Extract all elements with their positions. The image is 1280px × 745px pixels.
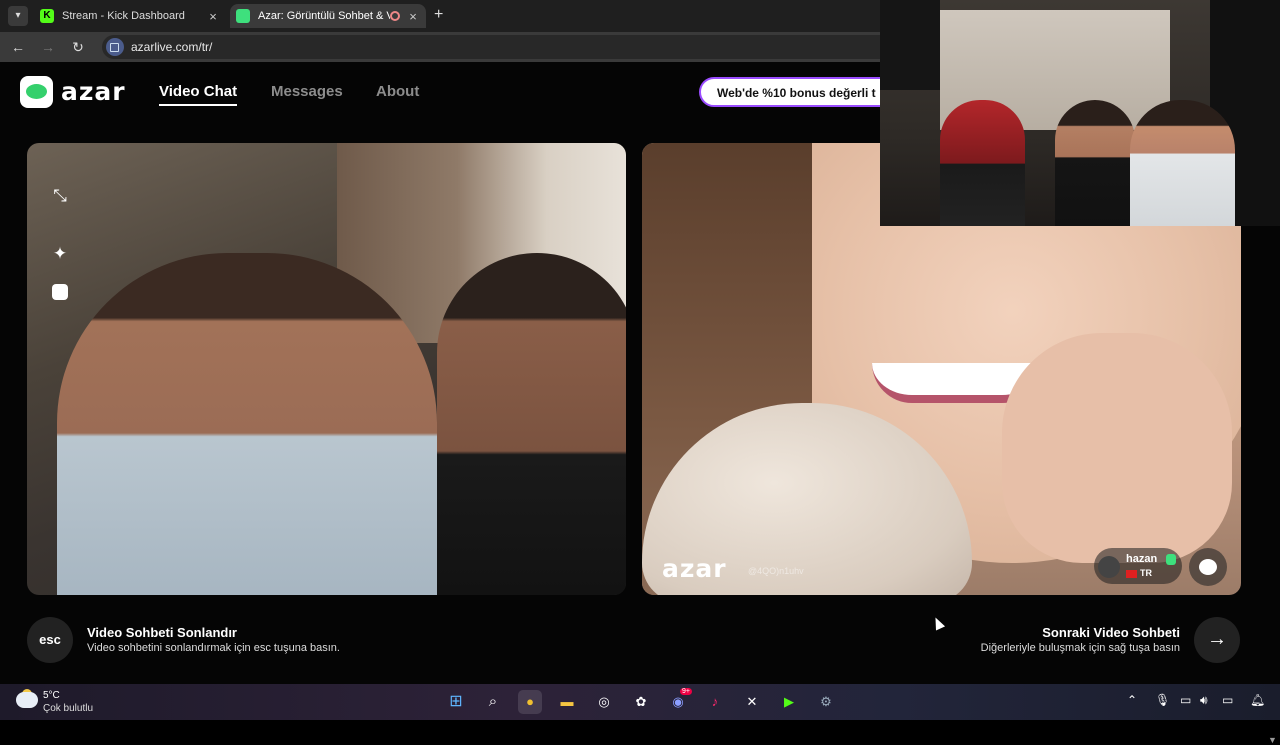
recording-icon xyxy=(390,11,400,21)
tiktok-icon[interactable]: ♪ xyxy=(703,690,727,714)
face-filter-icon[interactable] xyxy=(47,279,73,305)
monitor-icon[interactable]: ▭ xyxy=(1180,693,1191,707)
watermark-id: @4QO)n1uhv xyxy=(748,566,804,576)
address-bar[interactable]: azarlive.com/tr/ xyxy=(102,35,902,59)
remote-user-chip[interactable]: hazan TR xyxy=(1094,548,1182,584)
streamer-logo xyxy=(880,0,940,90)
streamer-left xyxy=(1055,100,1135,226)
tab-title: Stream - Kick Dashboard xyxy=(62,10,185,22)
settings-icon[interactable]: ⚙ xyxy=(814,690,838,714)
discord-badge: 9+ xyxy=(680,688,692,695)
tab-title: Azar: Görüntülü Sohbet & V xyxy=(258,10,390,22)
magic-wand-icon[interactable]: ✦ xyxy=(47,241,73,267)
turkey-flag-icon xyxy=(1126,570,1137,578)
remote-country: TR xyxy=(1140,568,1152,578)
local-video: ⤡ ✦ xyxy=(27,143,626,595)
x-app-icon[interactable]: ✕ xyxy=(740,690,764,714)
azar-logo-text[interactable]: azar xyxy=(61,78,126,106)
minimize-icon[interactable]: ⤡ xyxy=(47,183,73,209)
windows-taskbar: 5°C Çok bulutlu ⊞ ⌕ ● ▬ ◎ ✿ ◉ 9+ ♪ ✕ ▶ ⚙… xyxy=(0,684,1280,720)
nav-about[interactable]: About xyxy=(376,83,419,100)
next-chat-title: Sonraki Video Sohbeti xyxy=(1042,625,1180,640)
forward-icon[interactable]: → xyxy=(39,39,57,55)
remote-username: hazan xyxy=(1126,553,1158,565)
webcam-overlay xyxy=(880,0,1280,226)
next-chat-button[interactable]: → xyxy=(1194,617,1240,663)
microphone-icon[interactable]: 🎙︎ xyxy=(1155,693,1170,707)
remote-hand xyxy=(1002,333,1232,563)
battery-icon[interactable]: ▭ xyxy=(1222,693,1233,707)
back-icon[interactable]: ← xyxy=(9,39,27,55)
new-tab-button[interactable]: + xyxy=(434,6,443,24)
kick-icon[interactable]: ▶ xyxy=(777,690,801,714)
tab-kick-dashboard[interactable]: K Stream - Kick Dashboard × xyxy=(34,4,226,28)
notification-bell-icon[interactable]: 🔔︎ xyxy=(1250,693,1265,707)
temperature: 5°C xyxy=(43,690,60,701)
site-info-icon[interactable] xyxy=(106,38,124,56)
chrome-icon[interactable]: ● xyxy=(518,690,542,714)
reload-icon[interactable]: ↻ xyxy=(69,39,87,56)
end-chat-button[interactable]: esc xyxy=(27,617,73,663)
hidden-icons-chevron-icon[interactable]: ⌃ xyxy=(1127,693,1137,707)
chat-button[interactable] xyxy=(1189,548,1227,586)
windows-start-icon[interactable]: ⊞ xyxy=(444,690,468,714)
chat-bubble-icon xyxy=(1199,559,1217,575)
avatar xyxy=(1098,556,1120,578)
verified-badge-icon xyxy=(1166,554,1176,565)
azar-watermark: azar xyxy=(662,554,727,583)
end-chat-subtitle: Video sohbetini sonlandırmak için esc tu… xyxy=(87,642,340,654)
next-chat-subtitle: Diğerleriyle buluşmak için sağ tuşa bası… xyxy=(980,642,1180,654)
tab-azar[interactable]: Azar: Görüntülü Sohbet & V × xyxy=(230,4,426,28)
person-right xyxy=(437,253,626,595)
scroll-down-icon[interactable]: ▼ xyxy=(1268,735,1277,745)
azar-favicon-icon xyxy=(236,9,250,23)
end-chat-title: Video Sohbeti Sonlandır xyxy=(87,625,237,640)
close-tab-icon[interactable]: × xyxy=(206,9,220,24)
search-icon[interactable]: ⌕ xyxy=(481,690,505,714)
streamer-right xyxy=(1130,100,1235,226)
nav-video-chat[interactable]: Video Chat xyxy=(159,83,238,106)
weather-cloud-icon[interactable] xyxy=(16,692,38,708)
nav-messages[interactable]: Messages xyxy=(271,83,343,100)
obs-icon[interactable]: ◎ xyxy=(592,690,616,714)
azar-logo-icon[interactable] xyxy=(20,76,53,108)
chatgpt-icon[interactable]: ✿ xyxy=(629,690,653,714)
gaming-chair xyxy=(940,100,1025,226)
tab-search-icon[interactable]: ▾ xyxy=(8,6,28,26)
close-tab-icon[interactable]: × xyxy=(406,9,420,24)
url-text: azarlive.com/tr/ xyxy=(131,40,213,54)
volume-icon[interactable]: 🔊︎ xyxy=(1200,693,1208,708)
mouse-cursor-icon xyxy=(930,615,946,631)
weather-condition: Çok bulutlu xyxy=(43,703,94,714)
kick-favicon-icon: K xyxy=(40,9,54,23)
file-explorer-icon[interactable]: ▬ xyxy=(555,690,579,714)
person-left xyxy=(57,253,437,595)
